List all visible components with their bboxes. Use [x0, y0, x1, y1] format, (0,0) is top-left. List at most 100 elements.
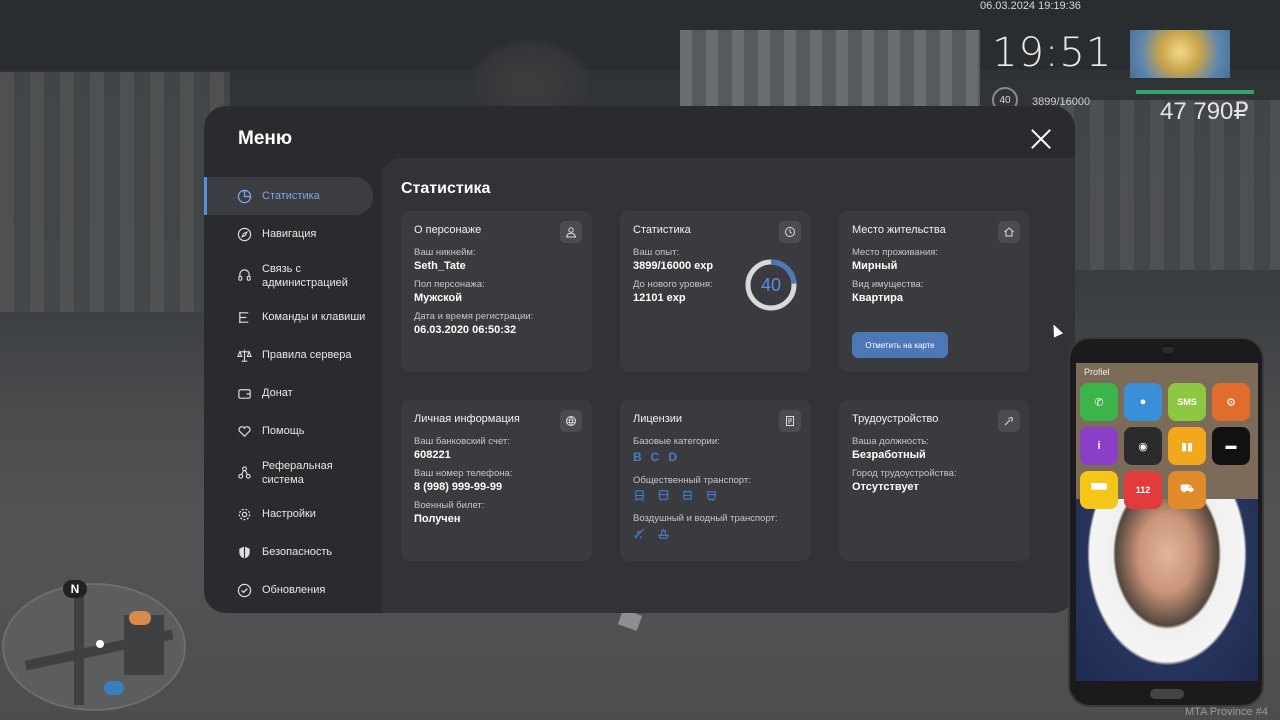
sidebar-item-statistics[interactable]: Статистика [204, 177, 373, 215]
clock-icon [779, 221, 801, 243]
content-panel: Статистика О персонаже Ваш никнейм: Seth… [381, 158, 1075, 613]
military-value: Получен [414, 513, 461, 525]
gender-label: Пол персонажа: [414, 279, 485, 290]
public-transport-label: Общественный транспорт: [633, 475, 751, 486]
sidebar-item-help[interactable]: Помощь [204, 412, 381, 450]
minimap-poi-icon [129, 611, 151, 625]
bed-app-icon[interactable]: ▬ [1212, 427, 1250, 465]
work-city-label: Город трудоустройства: [852, 468, 957, 479]
sidebar-item-navigation[interactable]: Навигация [204, 215, 381, 253]
user-icon [560, 221, 582, 243]
card-title: Трудоустройство [852, 413, 939, 425]
property-value: Квартира [852, 292, 904, 304]
sidebar-item-commands[interactable]: Команды и клавиши [204, 298, 381, 336]
hud-health-bar [1136, 90, 1254, 94]
gender-value: Мужской [414, 292, 463, 304]
emergency-app-icon[interactable]: 112 [1124, 471, 1162, 509]
hammer-icon [998, 410, 1020, 432]
phone-app-grid: ✆ ● SMS ⚙ i ◉ ▮▮ ▬ ▀▀ 112 ⛟ [1080, 383, 1250, 509]
settings-app-icon[interactable]: ⚙ [1212, 383, 1250, 421]
hud-datetime: 06.03.2024 19:19:36 [980, 0, 1081, 12]
phone[interactable]: Profiel ✆ ● SMS ⚙ i ◉ ▮▮ ▬ ▀▀ 112 ⛟ [1068, 337, 1264, 707]
contacts-app-icon[interactable]: ● [1124, 383, 1162, 421]
minimap-road [74, 595, 84, 705]
license-category: D [668, 450, 679, 464]
taxi-app-icon[interactable]: ▀▀ [1080, 471, 1118, 509]
sidebar-item-referral[interactable]: Реферальная система [204, 450, 381, 495]
card-residence: Место жительства Место проживания: Мирны… [839, 211, 1030, 372]
sidebar-item-label: Безопасность [262, 546, 333, 558]
sidebar-item-updates[interactable]: Обновления [204, 571, 381, 609]
card-stats: Статистика Ваш опыт: 3899/16000 exp До н… [620, 211, 811, 372]
sidebar-item-donate[interactable]: Донат [204, 374, 381, 412]
position-value: Безработный [852, 449, 926, 461]
headset-icon [237, 268, 252, 283]
sidebar-item-label: Статистика [262, 190, 320, 202]
phone-app-icon[interactable]: ✆ [1080, 383, 1118, 421]
property-label: Вид имущества: [852, 279, 924, 290]
building-left [0, 72, 230, 312]
sidebar-item-label: Настройки [262, 508, 316, 520]
menu-window: Меню Статистика Навигация Связь с админи… [204, 106, 1075, 613]
card-title: Лицензии [633, 413, 683, 425]
hud-avatar [1130, 30, 1230, 78]
phone-value: 8 (998) 999-99-99 [414, 481, 503, 493]
place-value: Мирный [852, 260, 898, 272]
nickname-value: Seth_Tate [414, 260, 466, 272]
sidebar-item-label: Связь с администрацией [262, 262, 348, 289]
card-title: Личная информация [414, 413, 520, 425]
phone-wallpaper [1076, 499, 1258, 681]
pie-chart-icon [237, 189, 252, 204]
tram-icon [635, 490, 644, 502]
bank-value: 608221 [414, 449, 451, 461]
player-marker-icon [96, 640, 104, 648]
tow-app-icon[interactable]: ⛟ [1168, 471, 1206, 509]
registration-value: 06.03.2020 06:50:32 [414, 324, 517, 336]
card-licenses: Лицензии Базовые категории: B C D Общест… [620, 400, 811, 561]
mark-on-map-button[interactable]: Отметить на карте [852, 332, 948, 358]
boat-icon [657, 528, 670, 539]
sidebar-item-security[interactable]: Безопасность [204, 533, 381, 571]
sidebar: Статистика Навигация Связь с администрац… [204, 177, 381, 609]
metro-icon [707, 491, 716, 502]
phone-home-button[interactable] [1150, 689, 1184, 699]
card-character: О персонаже Ваш никнейм: Seth_Tate Пол п… [401, 211, 592, 372]
sidebar-item-label: Команды и клавиши [262, 311, 366, 323]
air-water-transport-label: Воздушный и водный транспорт: [633, 513, 778, 524]
minimap [2, 583, 186, 711]
sms-app-icon[interactable]: SMS [1168, 383, 1206, 421]
info-app-icon[interactable]: i [1080, 427, 1118, 465]
server-watermark: MTA Province #4 [1185, 706, 1268, 718]
card-title: О персонаже [414, 224, 482, 236]
menu-title: Меню [238, 128, 293, 149]
sidebar-item-settings[interactable]: Настройки [204, 495, 381, 533]
hud-clock: 19:51 [992, 30, 1113, 76]
document-icon [779, 410, 801, 432]
sidebar-item-label: Реферальная система [262, 459, 333, 486]
sidebar-item-rules[interactable]: Правила сервера [204, 336, 381, 374]
exp-label: Ваш опыт: [633, 247, 680, 258]
work-city-value: Отсутствует [852, 481, 919, 493]
place-label: Место проживания: [852, 247, 939, 258]
card-employment: Трудоустройство Ваша должность: Безработ… [839, 400, 1030, 561]
close-button[interactable] [1030, 128, 1052, 150]
sidebar-item-label: Донат [262, 387, 293, 399]
bank-label: Ваш банковский счет: [414, 436, 510, 447]
shield-icon [237, 545, 252, 560]
content-title: Статистика [401, 180, 491, 197]
network-icon [237, 465, 252, 480]
stats-app-icon[interactable]: ▮▮ [1168, 427, 1206, 465]
hud-money: 47 790₽ [1160, 98, 1249, 125]
sidebar-item-label: Навигация [262, 228, 317, 240]
wallet-icon [237, 386, 252, 401]
registration-label: Дата и время регистрации: [414, 311, 534, 322]
compass-north: N [63, 580, 87, 598]
card-personal: Личная информация Ваш банковский счет: 6… [401, 400, 592, 561]
globe-icon [560, 410, 582, 432]
level-number: 40 [760, 274, 782, 295]
trolleybus-icon [683, 489, 692, 500]
card-title: Статистика [633, 224, 691, 236]
sidebar-item-admin-contact[interactable]: Связь с администрацией [204, 253, 381, 298]
bus-icon [658, 490, 669, 501]
card-app-icon[interactable]: ◉ [1124, 427, 1162, 465]
